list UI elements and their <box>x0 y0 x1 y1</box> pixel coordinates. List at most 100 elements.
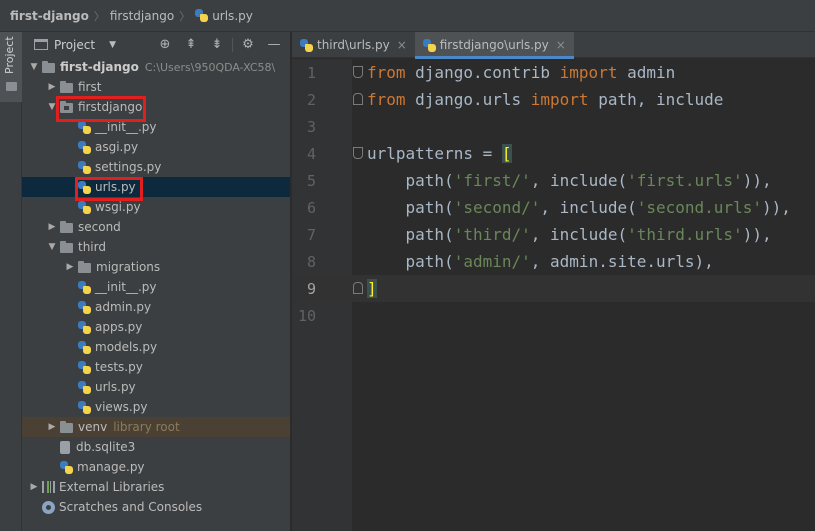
breadcrumb-project[interactable]: first-django <box>10 9 89 23</box>
tree-item[interactable]: tests.py <box>22 357 290 377</box>
library-icon <box>42 481 55 493</box>
code-line[interactable]: 3 <box>292 113 815 140</box>
tree-item-label: db.sqlite3 <box>76 440 136 454</box>
tree-item[interactable]: ▶ External Libraries <box>22 477 290 497</box>
fold-marker-icon[interactable] <box>353 93 363 105</box>
code-token: 'admin/' <box>453 252 531 271</box>
code-token: )), <box>742 225 772 244</box>
editor-tabs: third\urls.py × firstdjango\urls.py × <box>292 32 815 59</box>
line-number: 2 <box>306 90 316 109</box>
code-editor[interactable]: 1 from django.contrib import admin 2 from d… <box>292 59 815 531</box>
tree-item-label: views.py <box>95 400 148 414</box>
chevron-down-icon[interactable]: ▼ <box>26 62 42 72</box>
code-token: import <box>559 63 618 82</box>
code-line[interactable]: 5 path('first/', include('first.urls')), <box>292 167 815 194</box>
tree-item[interactable]: apps.py <box>22 317 290 337</box>
code-token: 'first.urls' <box>627 171 743 190</box>
editor-tab-label: third\urls.py <box>317 38 390 52</box>
tree-item[interactable]: asgi.py <box>22 137 290 157</box>
tree-item-label: __init__.py <box>95 120 157 134</box>
tree-item[interactable]: manage.py <box>22 457 290 477</box>
code-token: 'second.urls' <box>636 198 762 217</box>
minimize-icon[interactable]: — <box>261 37 287 52</box>
tree-item[interactable]: admin.py <box>22 297 290 317</box>
python-file-icon <box>78 340 91 354</box>
chevron-right-icon[interactable]: ▶ <box>44 222 60 232</box>
code-line[interactable]: 8 path('admin/', admin.site.urls), <box>292 248 815 275</box>
chevron-right-icon[interactable]: ▶ <box>44 422 60 432</box>
line-number: 6 <box>306 198 316 217</box>
tree-item[interactable]: ▼ third <box>22 237 290 257</box>
code-line[interactable]: 7 path('third/', include('third.urls')), <box>292 221 815 248</box>
expand-all-icon[interactable]: ⇟ <box>204 37 230 52</box>
tree-item-label: manage.py <box>77 460 145 474</box>
code-line[interactable]: 9] <box>292 275 815 302</box>
tree-item[interactable]: Scratches and Consoles <box>22 497 290 517</box>
code-token: from <box>367 90 406 109</box>
tree-item-label: models.py <box>95 340 158 354</box>
tree-item-label: External Libraries <box>59 480 165 494</box>
close-icon[interactable]: × <box>556 38 566 52</box>
project-tool-tab[interactable]: Project <box>0 32 22 102</box>
code-token: ] <box>367 279 377 298</box>
code-line[interactable]: 6 path('second/', include('second.urls')… <box>292 194 815 221</box>
breadcrumb-folder[interactable]: firstdjango <box>110 9 174 23</box>
chevron-right-icon[interactable]: ▶ <box>26 482 42 492</box>
code-line[interactable]: 10 <box>292 302 815 329</box>
folder-icon <box>60 240 73 253</box>
chevron-down-icon[interactable]: ▼ <box>109 40 116 50</box>
chevron-right-icon[interactable]: ▶ <box>62 262 78 272</box>
tree-item[interactable]: ▼ first-django C:\Users\950QDA-XC58\ <box>22 57 290 77</box>
code-line[interactable]: 2 from django.urls import path, include <box>292 86 815 113</box>
code-token: path( <box>367 225 454 244</box>
gear-icon[interactable]: ⚙ <box>235 37 261 52</box>
tree-item-label: admin.py <box>95 300 152 314</box>
code-line[interactable]: 4 urlpatterns = [ <box>292 140 815 167</box>
highlight-box-firstdjango <box>56 96 146 122</box>
code-token: path( <box>367 171 454 190</box>
tree-item-label: third <box>78 240 106 254</box>
tree-item[interactable]: db.sqlite3 <box>22 437 290 457</box>
tree-item[interactable]: ▶ first <box>22 77 290 97</box>
target-icon[interactable]: ⊕ <box>152 37 178 52</box>
python-file-icon <box>195 9 209 22</box>
tree-item[interactable]: urls.py <box>22 177 290 197</box>
tool-window-strip: Project <box>0 32 22 531</box>
breadcrumb-file[interactable]: urls.py <box>195 9 253 23</box>
tree-item[interactable]: ▶ venv library root <box>22 417 290 437</box>
close-icon[interactable]: × <box>397 38 407 52</box>
tree-item[interactable]: models.py <box>22 337 290 357</box>
folder-icon <box>60 420 73 433</box>
tree-item-label: venv <box>78 420 108 434</box>
python-file-icon <box>78 400 91 414</box>
fold-marker-icon[interactable] <box>353 66 363 78</box>
editor-tab[interactable]: firstdjango\urls.py × <box>414 32 574 59</box>
code-token: from <box>367 63 406 82</box>
chevron-right-icon[interactable]: ▶ <box>44 82 60 92</box>
tree-item[interactable]: views.py <box>22 397 290 417</box>
code-text: path('third/', include('third.urls')), <box>367 225 772 244</box>
line-number: 5 <box>306 171 316 190</box>
fold-marker-icon[interactable] <box>353 147 363 159</box>
code-token: [ <box>501 144 512 163</box>
fold-marker-icon[interactable] <box>353 282 363 294</box>
tree-item-label: first-django <box>60 60 139 74</box>
tree-item[interactable]: __init__.py <box>22 277 290 297</box>
project-tool-tab-label: Project <box>3 36 16 74</box>
tree-item[interactable]: ▶ migrations <box>22 257 290 277</box>
code-line[interactable]: 1 from django.contrib import admin <box>292 59 815 86</box>
tree-item[interactable]: settings.py <box>22 157 290 177</box>
tree-item[interactable]: urls.py <box>22 377 290 397</box>
code-token: 'third/' <box>453 225 531 244</box>
chevron-right-icon: 〉 <box>93 9 105 23</box>
tree-item[interactable]: ▶ second <box>22 217 290 237</box>
python-file-icon <box>78 160 91 174</box>
chevron-right-icon: 〉 <box>179 9 191 23</box>
collapse-all-icon[interactable]: ⇞ <box>178 37 204 52</box>
editor-tab[interactable]: third\urls.py × <box>292 32 415 58</box>
folder-icon <box>42 60 55 73</box>
line-number: 8 <box>306 252 316 271</box>
chevron-down-icon[interactable]: ▼ <box>44 242 60 252</box>
project-view-selector[interactable]: Project <box>54 38 95 52</box>
tree-item[interactable]: wsgi.py <box>22 197 290 217</box>
